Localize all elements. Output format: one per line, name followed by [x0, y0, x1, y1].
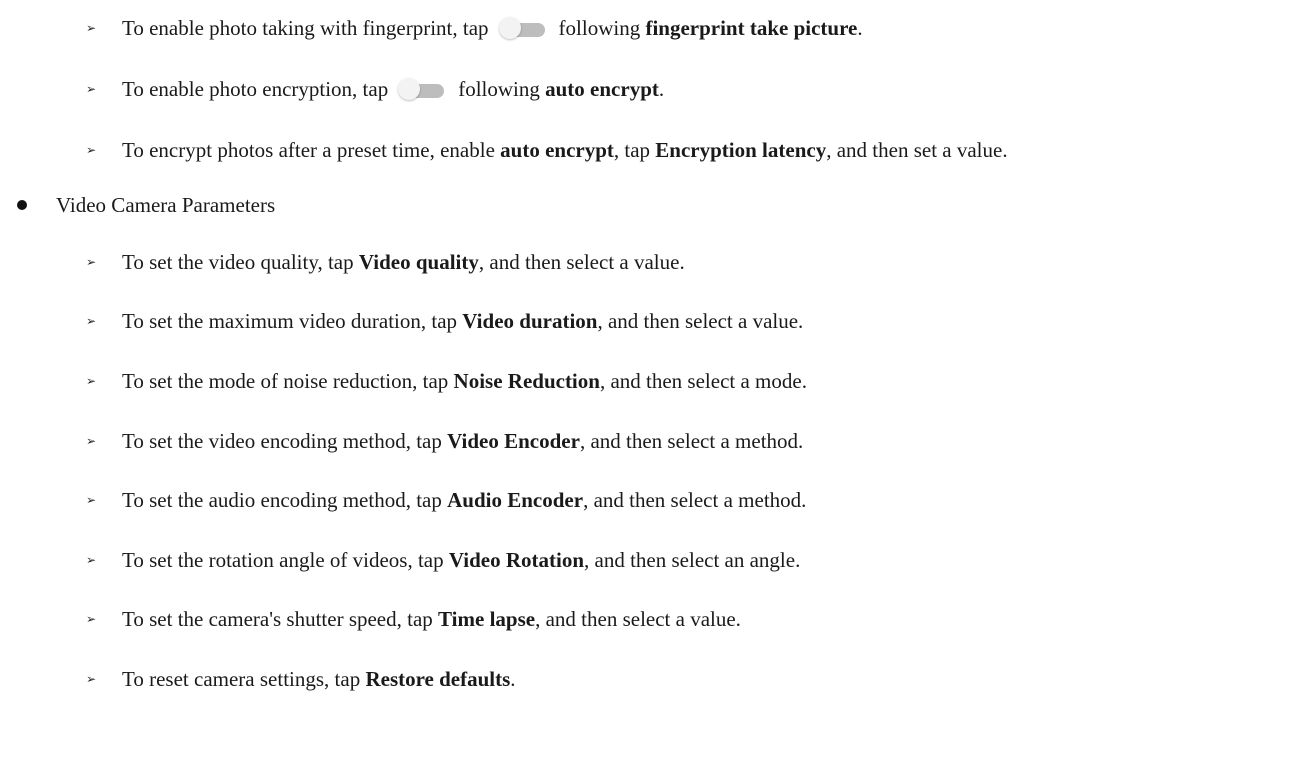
list-item: ➢ To set the mode of noise reduction, tap… — [86, 369, 807, 393]
setting-name: Encryption latency — [655, 138, 827, 162]
arrowhead-bullet-icon: ➢ — [86, 255, 97, 269]
list-item: ➢ To set the video encoding method, tap V… — [86, 429, 804, 453]
list-item: ➢ To set the rotation angle of videos, ta… — [86, 548, 801, 572]
setting-name: Video Rotation — [448, 548, 585, 572]
arrowhead-bullet-icon: ➢ — [86, 314, 97, 328]
arrowhead-bullet-icon: ➢ — [86, 434, 97, 448]
arrowhead-bullet-icon: ➢ — [86, 612, 97, 626]
arrowhead-bullet-icon: ➢ — [86, 374, 97, 388]
list-item: ➢ To set the maximum video duration, tap … — [86, 309, 804, 333]
arrowhead-bullet-icon: ➢ — [86, 493, 97, 507]
setting-name: Noise Reduction — [453, 369, 600, 393]
arrowhead-bullet-icon: ➢ — [86, 21, 97, 35]
list-item: ➢ To set the audio encoding method, tap A… — [86, 488, 807, 512]
item-text: To enable photo encryption, tap — [122, 77, 389, 101]
list-item: ➢ To enable photo taking with fingerprint… — [86, 16, 863, 41]
toggle-switch-off-icon — [398, 78, 448, 102]
setting-name: auto encrypt — [500, 138, 614, 162]
section-title: Video Camera Parameters — [56, 193, 276, 217]
setting-name: Video duration — [462, 309, 598, 333]
item-text: following — [558, 16, 641, 40]
setting-name: auto encrypt — [545, 77, 659, 101]
list-item: ➢ To enable photo encryption, tap followin… — [86, 77, 665, 102]
section-heading: Video Camera Parameters — [17, 191, 276, 219]
item-text: following — [458, 77, 540, 101]
arrowhead-bullet-icon: ➢ — [86, 82, 97, 96]
arrowhead-bullet-icon: ➢ — [86, 672, 97, 686]
setting-name: Time lapse — [438, 607, 536, 631]
list-item: ➢ To encrypt photos after a preset time, … — [86, 138, 1008, 162]
list-item: ➢ To set the video quality, tap Video qua… — [86, 250, 685, 274]
arrowhead-bullet-icon: ➢ — [86, 553, 97, 567]
setting-name: Video Encoder — [447, 429, 580, 453]
item-text: To enable photo taking with fingerprint,… — [122, 16, 489, 40]
list-item: ➢ To reset camera settings, tap Restore d… — [86, 667, 516, 691]
setting-name: Audio Encoder — [447, 488, 584, 512]
setting-name: fingerprint take picture — [645, 16, 858, 40]
filled-circle-bullet-icon — [17, 200, 27, 210]
toggle-switch-off-icon — [498, 17, 549, 41]
arrowhead-bullet-icon: ➢ — [86, 143, 97, 157]
list-item: ➢ To set the camera's shutter speed, tap … — [86, 607, 741, 631]
setting-name: Restore defaults — [365, 667, 511, 691]
setting-name: Video quality — [358, 250, 479, 274]
